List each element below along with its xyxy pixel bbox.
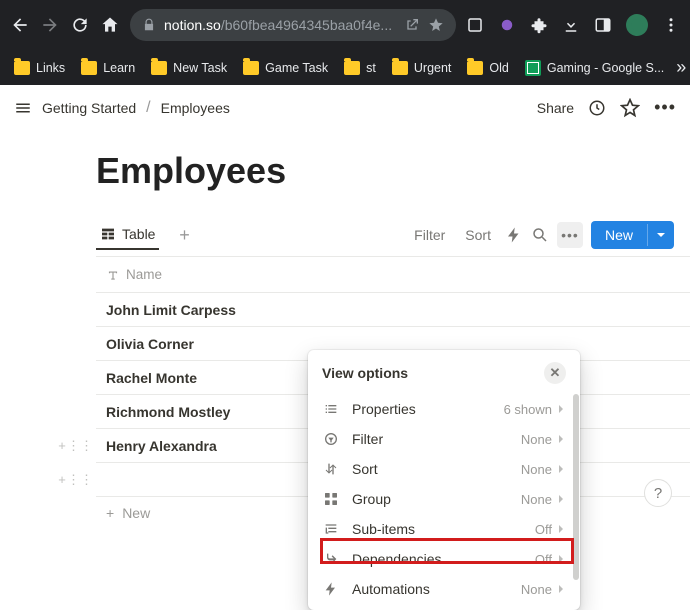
new-dropdown-icon[interactable]: [647, 224, 674, 246]
folder-icon: [151, 61, 167, 75]
profile-avatar[interactable]: [626, 14, 648, 36]
view-bar: Table + Filter Sort ••• New: [96, 220, 690, 250]
bookmark-item[interactable]: New Task: [147, 59, 231, 77]
option-properties[interactable]: Properties 6 shown: [308, 394, 580, 424]
bookmark-item[interactable]: Gaming - Google S...: [521, 58, 668, 78]
sort-icon: [322, 460, 340, 478]
breadcrumb-current[interactable]: Employees: [161, 100, 230, 116]
filter-button[interactable]: Filter: [408, 223, 451, 247]
chrome-menu-icon[interactable]: [662, 16, 680, 34]
topbar-actions: Share •••: [537, 97, 676, 118]
folder-icon: [243, 61, 259, 75]
page-more-icon[interactable]: •••: [654, 97, 676, 118]
automations-icon: [322, 580, 340, 598]
menu-icon[interactable]: [14, 99, 32, 117]
breadcrumb-root[interactable]: Getting Started: [42, 100, 136, 116]
reload-button[interactable]: [70, 15, 90, 35]
url-text: notion.so/b60fbea4964345baa0f4e...: [164, 17, 396, 33]
dependencies-icon: [322, 550, 340, 568]
page-title[interactable]: Employees: [96, 150, 690, 192]
row-handles: + ⋮⋮: [54, 472, 88, 488]
download-icon[interactable]: [562, 16, 580, 34]
popover-title: View options: [322, 365, 408, 381]
browser-toolbar: notion.so/b60fbea4964345baa0f4e...: [0, 0, 690, 50]
bookmarks-overflow-icon[interactable]: »: [676, 57, 686, 78]
bookmark-item[interactable]: Links: [10, 59, 69, 77]
option-group[interactable]: Group None: [308, 484, 580, 514]
subitems-icon: [322, 520, 340, 538]
forward-button[interactable]: [40, 15, 60, 35]
bolt-icon[interactable]: [505, 226, 523, 244]
share-button[interactable]: Share: [537, 100, 574, 116]
clock-icon[interactable]: [588, 99, 606, 117]
app-topbar: Getting Started / Employees Share •••: [0, 85, 690, 130]
folder-icon: [14, 61, 30, 75]
new-button[interactable]: New: [591, 221, 674, 249]
browser-actions: [466, 14, 680, 36]
column-header-name[interactable]: Name: [96, 267, 386, 282]
view-more-button[interactable]: •••: [557, 222, 583, 248]
folder-icon: [467, 61, 483, 75]
filter-icon: [322, 430, 340, 448]
search-icon[interactable]: [531, 226, 549, 244]
sheets-icon: [525, 60, 541, 76]
add-view-button[interactable]: +: [173, 224, 195, 246]
table-row[interactable]: John Limit Carpess: [96, 293, 690, 327]
bookmark-item[interactable]: st: [340, 59, 380, 77]
bookmark-item[interactable]: Game Task: [239, 59, 332, 77]
popover-header: View options ✕: [308, 350, 580, 388]
option-automations[interactable]: Automations None: [308, 574, 580, 604]
option-dependencies[interactable]: Dependencies Off: [308, 544, 580, 574]
bookmark-item[interactable]: Learn: [77, 59, 139, 77]
row-handles: + ⋮⋮: [54, 438, 88, 454]
lock-icon: [142, 18, 156, 32]
bookmark-star-icon[interactable]: [428, 17, 444, 33]
bookmark-item[interactable]: Old: [463, 59, 512, 77]
folder-icon: [344, 61, 360, 75]
table-header-row: Name: [96, 257, 690, 293]
cell-name[interactable]: John Limit Carpess: [96, 302, 386, 318]
close-icon[interactable]: ✕: [544, 362, 566, 384]
bookmark-item[interactable]: Urgent: [388, 59, 456, 77]
notion-app: Getting Started / Employees Share ••• Em…: [0, 85, 690, 521]
drag-handle-icon[interactable]: ⋮⋮: [72, 438, 88, 454]
table-icon: [100, 226, 116, 242]
home-button[interactable]: [100, 15, 120, 35]
text-type-icon: [106, 268, 120, 282]
folder-icon: [81, 61, 97, 75]
view-tab-table[interactable]: Table: [96, 220, 159, 250]
extension-icon-2[interactable]: [498, 16, 516, 34]
favorite-star-icon[interactable]: [620, 98, 640, 118]
extension-icon[interactable]: [466, 16, 484, 34]
sort-button[interactable]: Sort: [459, 223, 497, 247]
view-options-popover: View options ✕ Properties 6 shown Filter…: [308, 350, 580, 610]
option-sort[interactable]: Sort None: [308, 454, 580, 484]
browser-chrome: notion.so/b60fbea4964345baa0f4e... Links…: [0, 0, 690, 85]
folder-icon: [392, 61, 408, 75]
breadcrumb-separator: /: [146, 99, 150, 117]
extensions-puzzle-icon[interactable]: [530, 16, 548, 34]
help-button[interactable]: ?: [644, 479, 672, 507]
address-bar[interactable]: notion.so/b60fbea4964345baa0f4e...: [130, 9, 456, 41]
properties-icon: [322, 400, 340, 418]
option-subitems[interactable]: Sub-items Off: [308, 514, 580, 544]
popover-list: Properties 6 shown Filter None Sort None…: [308, 388, 580, 610]
back-button[interactable]: [10, 15, 30, 35]
plus-icon: +: [106, 505, 114, 521]
group-icon: [322, 490, 340, 508]
share-url-icon[interactable]: [404, 17, 420, 33]
option-filter[interactable]: Filter None: [308, 424, 580, 454]
panel-icon[interactable]: [594, 16, 612, 34]
drag-handle-icon[interactable]: ⋮⋮: [72, 472, 88, 488]
bookmarks-bar: Links Learn New Task Game Task st Urgent…: [0, 50, 690, 85]
